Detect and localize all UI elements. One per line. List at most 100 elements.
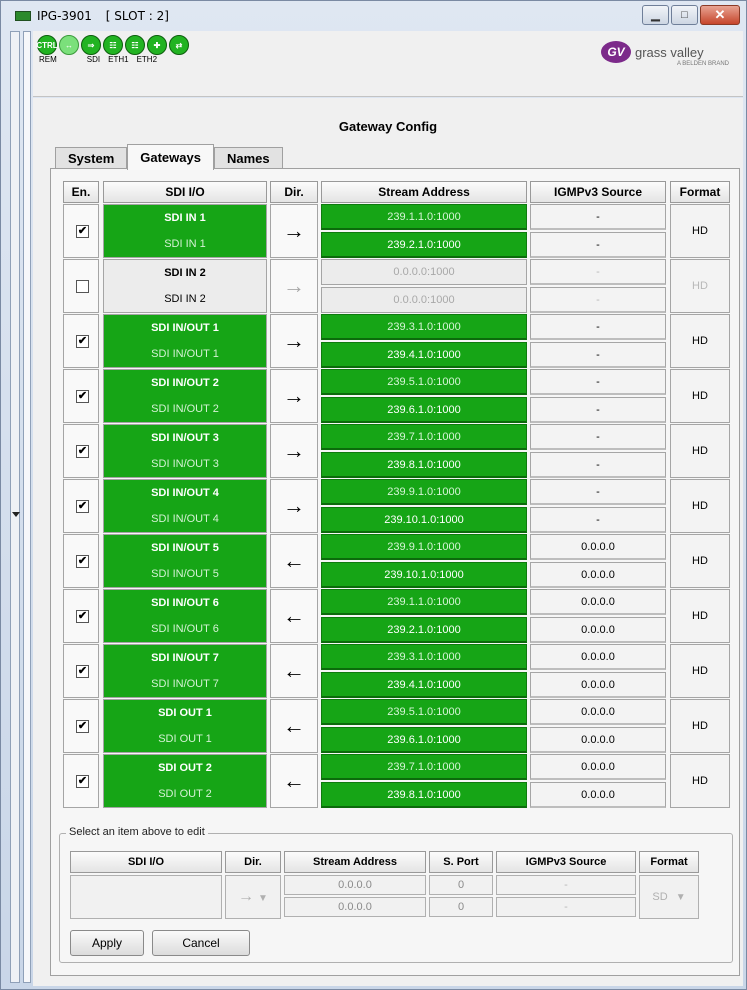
igmp-source-1[interactable]: 0.0.0.0 — [530, 534, 666, 560]
direction-arrow-icon[interactable]: ← — [270, 589, 318, 643]
format-cell[interactable]: HD — [670, 754, 730, 808]
sdi-io-cell[interactable]: SDI IN/OUT 7 SDI IN/OUT 7 — [103, 644, 267, 698]
stream-address-2[interactable]: 0.0.0.0:1000 — [321, 287, 527, 313]
igmp-source-2[interactable]: 0.0.0.0 — [530, 672, 666, 698]
enable-checkbox[interactable]: ✔ — [76, 500, 89, 513]
igmp-source-1[interactable]: - — [530, 369, 666, 395]
cancel-button[interactable]: Cancel — [152, 930, 250, 956]
stream-address-2[interactable]: 239.8.1.0:1000 — [321, 452, 527, 478]
igmp-source-1[interactable]: 0.0.0.0 — [530, 699, 666, 725]
tab-gateways[interactable]: Gateways — [127, 144, 214, 170]
stream-address-1[interactable]: 239.5.1.0:1000 — [321, 369, 527, 395]
format-cell[interactable]: HD — [670, 424, 730, 478]
format-cell[interactable]: HD — [670, 534, 730, 588]
gateway-row[interactable]: ✔ SDI IN/OUT 6 SDI IN/OUT 6 ← 239.1.1.0:1000… — [63, 589, 731, 643]
igmp-source-1[interactable]: - — [530, 424, 666, 450]
maximize-button[interactable]: □ — [671, 5, 698, 25]
igmp-source-2[interactable]: 0.0.0.0 — [530, 727, 666, 753]
title-bar[interactable]: IPG-3901 [ SLOT : 2] ▁ □ ✕ — [1, 1, 746, 31]
stream-address-2[interactable]: 239.2.1.0:1000 — [321, 617, 527, 643]
gateway-row[interactable]: ✔ SDI IN/OUT 1 SDI IN/OUT 1 → 239.3.1.0:1000… — [63, 314, 731, 368]
igmp-source-2[interactable]: - — [530, 507, 666, 533]
enable-checkbox[interactable]: ✔ — [76, 720, 89, 733]
edit-igmp-field-1[interactable]: - — [496, 875, 636, 895]
enable-checkbox[interactable]: ✔ — [76, 390, 89, 403]
enable-checkbox[interactable]: ✔ — [76, 225, 89, 238]
stream-address-1[interactable]: 239.3.1.0:1000 — [321, 644, 527, 670]
igmp-source-2[interactable]: - — [530, 232, 666, 258]
igmp-source-1[interactable]: 0.0.0.0 — [530, 754, 666, 780]
sdi-io-cell[interactable]: SDI IN/OUT 2 SDI IN/OUT 2 — [103, 369, 267, 423]
direction-arrow-icon[interactable]: → — [270, 314, 318, 368]
minimize-button[interactable]: ▁ — [642, 5, 669, 25]
edit-dir-dropdown[interactable]: → ▼ — [225, 875, 281, 919]
left-rail[interactable] — [10, 31, 20, 983]
gateway-row[interactable]: ✔ SDI IN/OUT 3 SDI IN/OUT 3 → 239.7.1.0:1000… — [63, 424, 731, 478]
igmp-source-1[interactable]: 0.0.0.0 — [530, 644, 666, 670]
enable-checkbox[interactable]: ✔ — [76, 335, 89, 348]
stream-address-1[interactable]: 239.9.1.0:1000 — [321, 479, 527, 505]
edit-addr-field-1[interactable]: 0.0.0.0 — [284, 875, 426, 895]
direction-arrow-icon[interactable]: ← — [270, 754, 318, 808]
format-cell[interactable]: HD — [670, 369, 730, 423]
direction-arrow-icon[interactable]: → — [270, 424, 318, 478]
direction-arrow-icon[interactable]: → — [270, 479, 318, 533]
link-status-icon[interactable]: ↔ — [59, 35, 79, 55]
stream-address-2[interactable]: 239.4.1.0:1000 — [321, 672, 527, 698]
igmp-source-1[interactable]: - — [530, 204, 666, 230]
format-cell[interactable]: HD — [670, 644, 730, 698]
igmp-source-2[interactable]: - — [530, 452, 666, 478]
edit-port-field-1[interactable]: 0 — [429, 875, 493, 895]
gateway-row[interactable]: ✔ SDI IN/OUT 7 SDI IN/OUT 7 ← 239.3.1.0:1000… — [63, 644, 731, 698]
edit-sdi-io-field[interactable] — [70, 875, 222, 919]
enable-checkbox[interactable]: ✔ — [76, 445, 89, 458]
edit-addr-field-2[interactable]: 0.0.0.0 — [284, 897, 426, 917]
igmp-source-2[interactable]: - — [530, 397, 666, 423]
gateway-row[interactable]: ✔ SDI IN/OUT 5 SDI IN/OUT 5 ← 239.9.1.0:1000… — [63, 534, 731, 588]
eth1-status-icon[interactable]: ☷ — [103, 35, 123, 55]
enable-checkbox[interactable]: ✔ — [76, 555, 89, 568]
eth2-status-icon[interactable]: ☷ — [125, 35, 145, 55]
format-cell[interactable]: HD — [670, 699, 730, 753]
gateway-row[interactable]: ✔ SDI OUT 2 SDI OUT 2 ← 239.7.1.0:1000 239.8.… — [63, 754, 731, 808]
format-cell[interactable]: HD — [670, 314, 730, 368]
igmp-source-2[interactable]: 0.0.0.0 — [530, 617, 666, 643]
collapse-arrow-icon[interactable] — [12, 512, 20, 517]
stream-address-2[interactable]: 239.6.1.0:1000 — [321, 397, 527, 423]
stream-address-2[interactable]: 239.6.1.0:1000 — [321, 727, 527, 753]
format-cell[interactable]: HD — [670, 204, 730, 258]
direction-arrow-icon[interactable]: ← — [270, 534, 318, 588]
enable-checkbox[interactable]: ✔ — [76, 775, 89, 788]
format-cell[interactable]: HD — [670, 479, 730, 533]
igmp-source-2[interactable]: - — [530, 342, 666, 368]
ctrl-status-icon[interactable]: CTRL — [36, 35, 58, 55]
stream-address-2[interactable]: 239.2.1.0:1000 — [321, 232, 527, 258]
stream-address-1[interactable]: 239.9.1.0:1000 — [321, 534, 527, 560]
sdi-io-cell[interactable]: SDI IN/OUT 3 SDI IN/OUT 3 — [103, 424, 267, 478]
sdi-io-cell[interactable]: SDI IN 1 SDI IN 1 — [103, 204, 267, 258]
close-button[interactable]: ✕ — [700, 5, 740, 25]
stream-address-1[interactable]: 239.7.1.0:1000 — [321, 424, 527, 450]
sdi-io-cell[interactable]: SDI IN/OUT 5 SDI IN/OUT 5 — [103, 534, 267, 588]
gateway-row[interactable]: ✔ SDI IN/OUT 4 SDI IN/OUT 4 → 239.9.1.0:1000… — [63, 479, 731, 533]
igmp-source-1[interactable]: - — [530, 479, 666, 505]
igmp-source-1[interactable]: 0.0.0.0 — [530, 589, 666, 615]
stream-address-1[interactable]: 0.0.0.0:1000 — [321, 259, 527, 285]
tab-names[interactable]: Names — [213, 147, 283, 169]
igmp-source-2[interactable]: 0.0.0.0 — [530, 782, 666, 808]
igmp-source-2[interactable]: - — [530, 287, 666, 313]
stream-address-2[interactable]: 239.4.1.0:1000 — [321, 342, 527, 368]
sdi-io-cell[interactable]: SDI IN/OUT 1 SDI IN/OUT 1 — [103, 314, 267, 368]
sdi-io-cell[interactable]: SDI OUT 2 SDI OUT 2 — [103, 754, 267, 808]
stream-address-2[interactable]: 239.10.1.0:1000 — [321, 507, 527, 533]
sdi-io-cell[interactable]: SDI IN/OUT 4 SDI IN/OUT 4 — [103, 479, 267, 533]
gateway-row[interactable]: ✔ SDI IN/OUT 2 SDI IN/OUT 2 → 239.5.1.0:1000… — [63, 369, 731, 423]
enable-checkbox[interactable]: ✔ — [76, 610, 89, 623]
stream-address-1[interactable]: 239.7.1.0:1000 — [321, 754, 527, 780]
sdi-io-cell[interactable]: SDI OUT 1 SDI OUT 1 — [103, 699, 267, 753]
gateway-row[interactable]: ✔ SDI OUT 1 SDI OUT 1 ← 239.5.1.0:1000 239.6.… — [63, 699, 731, 753]
gateway-row[interactable]: ✔ SDI IN 1 SDI IN 1 → 239.1.1.0:1000 239.2.1.… — [63, 204, 731, 258]
igmp-source-1[interactable]: - — [530, 259, 666, 285]
direction-arrow-icon[interactable]: → — [270, 204, 318, 258]
stream-address-1[interactable]: 239.5.1.0:1000 — [321, 699, 527, 725]
